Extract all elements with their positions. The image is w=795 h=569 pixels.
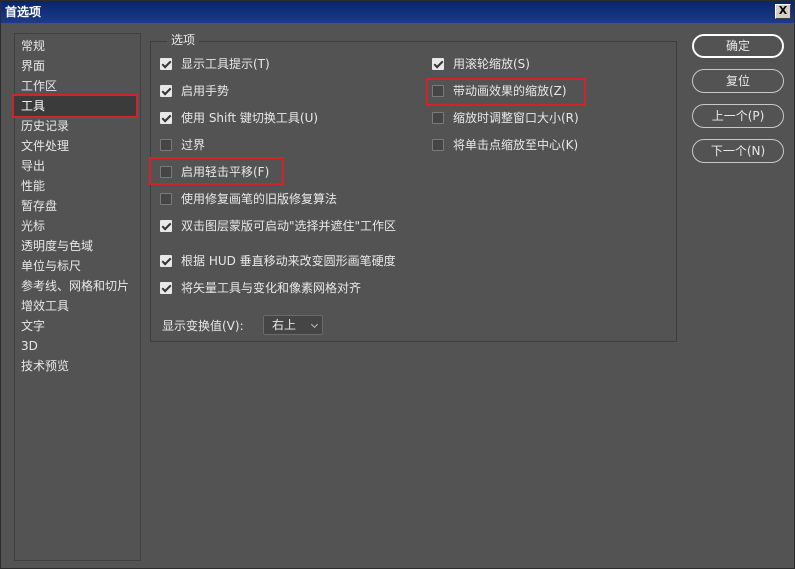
option-label: 使用修复画笔的旧版修复算法 — [181, 192, 338, 206]
option-label: 启用手势 — [181, 84, 230, 98]
option-label: 使用 Shift 键切换工具(U) — [181, 111, 319, 125]
checkbox-enable-gestures[interactable] — [160, 85, 172, 97]
sidebar-item-3d[interactable]: 3D — [21, 336, 38, 356]
next-button[interactable]: 下一个(N) — [692, 139, 784, 163]
option-label: 过界 — [181, 138, 206, 152]
transform-values-label: 显示变换值(V): — [162, 319, 244, 333]
sidebar-item-file-handling[interactable]: 文件处理 — [21, 136, 69, 156]
options-legend: 选项 — [167, 32, 200, 48]
checkbox-show-tooltips[interactable] — [160, 58, 172, 70]
checkbox-zoom-resize-windows[interactable] — [432, 112, 444, 124]
sidebar-item-guides-grid-slices[interactable]: 参考线、网格和切片 — [21, 276, 129, 296]
sidebar-item-cursors[interactable]: 光标 — [21, 216, 45, 236]
sidebar-item-tools[interactable]: 工具 — [12, 94, 138, 118]
checkbox-animated-zoom[interactable] — [432, 85, 444, 97]
option-label: 将矢量工具与变化和像素网格对齐 — [181, 281, 362, 295]
checkbox-double-click-mask[interactable] — [160, 220, 172, 232]
option-label: 带动画效果的缩放(Z) — [453, 84, 567, 98]
sidebar-item-general[interactable]: 常规 — [21, 36, 45, 56]
sidebar-item-interface[interactable]: 界面 — [21, 56, 45, 76]
checkbox-zoom-clicked-point[interactable] — [432, 139, 444, 151]
option-label: 显示工具提示(T) — [181, 57, 270, 71]
option-label: 启用轻击平移(F) — [181, 165, 270, 179]
sidebar-item-export[interactable]: 导出 — [21, 156, 45, 176]
chevron-down-icon — [310, 320, 319, 329]
checkbox-snap-vector-tools[interactable] — [160, 282, 172, 294]
transform-values-value: 右上 — [272, 318, 297, 332]
title-bar: 首选项 X — [1, 1, 794, 23]
option-label: 根据 HUD 垂直移动来改变圆形画笔硬度 — [181, 254, 396, 268]
sidebar-item-performance[interactable]: 性能 — [21, 176, 45, 196]
reset-button[interactable]: 复位 — [692, 69, 784, 93]
previous-button[interactable]: 上一个(P) — [692, 104, 784, 128]
checkbox-zoom-scroll-wheel[interactable] — [432, 58, 444, 70]
option-label: 用滚轮缩放(S) — [453, 57, 530, 71]
ok-button[interactable]: 确定 — [692, 34, 784, 58]
option-label: 双击图层蒙版可启动"选择并遮住"工作区 — [181, 219, 397, 233]
close-button[interactable]: X — [775, 4, 791, 19]
checkbox-overscroll[interactable] — [160, 139, 172, 151]
preferences-dialog: 首选项 X 常规 界面 工作区 工具 历史记录 文件处理 导出 性能 暂存盘 光… — [0, 0, 795, 569]
sidebar-item-technology-previews[interactable]: 技术预览 — [21, 356, 69, 376]
sidebar-item-units-rulers[interactable]: 单位与标尺 — [21, 256, 81, 276]
sidebar-item-plugins[interactable]: 增效工具 — [21, 296, 69, 316]
checkbox-legacy-healing[interactable] — [160, 193, 172, 205]
window-title: 首选项 — [5, 5, 42, 19]
transform-values-select[interactable]: 右上 — [263, 315, 323, 335]
sidebar-item-history[interactable]: 历史记录 — [21, 116, 69, 136]
sidebar-item-scratch-disks[interactable]: 暂存盘 — [21, 196, 57, 216]
option-label: 将单击点缩放至中心(K) — [453, 138, 579, 152]
checkbox-flick-panning[interactable] — [160, 166, 172, 178]
sidebar-item-transparency-gamut[interactable]: 透明度与色域 — [21, 236, 93, 256]
checkbox-hud-hardness[interactable] — [160, 255, 172, 267]
sidebar-item-type[interactable]: 文字 — [21, 316, 45, 336]
category-list: 常规 界面 工作区 工具 历史记录 文件处理 导出 性能 暂存盘 光标 透明度与… — [12, 33, 141, 561]
option-label: 缩放时调整窗口大小(R) — [453, 111, 579, 125]
checkbox-shift-switch-tools[interactable] — [160, 112, 172, 124]
sidebar-item-workspace[interactable]: 工作区 — [21, 76, 57, 96]
